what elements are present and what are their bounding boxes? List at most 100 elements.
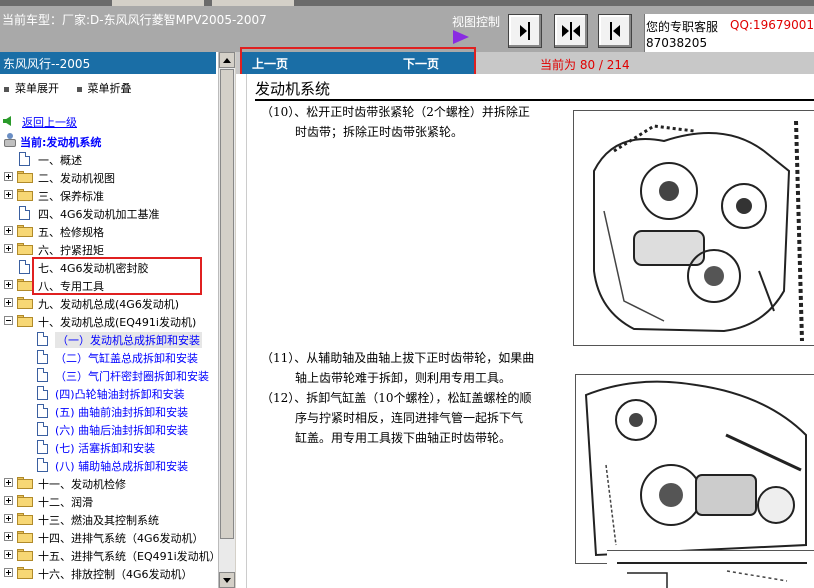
tree-expander-icon[interactable] [4, 478, 13, 487]
tree-item-label[interactable]: 九、发动机总成(4G6发动机) [38, 296, 179, 312]
tree-item-label[interactable]: (五) 曲轴前油封拆卸和安装 [55, 404, 188, 420]
tree-item[interactable]: 十一、发动机检修 [0, 474, 218, 492]
tree-expander-icon[interactable] [4, 244, 13, 253]
tree-item-label[interactable]: 十五、进排气系统（EQ491i发动机） [38, 548, 218, 564]
tree-scrollbar[interactable] [218, 52, 235, 588]
tree-item[interactable]: 十二、润滑 [0, 492, 218, 510]
tree-item[interactable]: 二、发动机视图 [0, 168, 218, 186]
tree-item[interactable]: (八) 辅助轴总成拆卸和安装 [0, 456, 218, 474]
folder-icon [17, 477, 33, 489]
user-icon [4, 133, 16, 148]
tree-item-label[interactable]: 十一、发动机检修 [38, 476, 126, 492]
tree-item[interactable]: 十、发动机总成(EQ491i发动机) [0, 312, 218, 330]
header-bar: 当前车型：厂家:D-东风风行菱智MPV2005-2007 视图控制 您的专职客服… [0, 6, 814, 52]
customer-service-number: 87038205 [646, 36, 708, 50]
document-viewer: 发动机系统 （10）、松开正时齿带张紧轮（2个螺栓）并拆除正 时齿带；拆除正时齿… [236, 74, 814, 588]
expand-all-button[interactable]: 菜单展开 [4, 80, 59, 96]
tree-item-label[interactable]: 十四、进排气系统（4G6发动机） [38, 530, 204, 546]
panel-right-arrow-icon [520, 22, 530, 40]
tree-item[interactable]: (五) 曲轴前油封拆卸和安装 [0, 402, 218, 420]
tree-item-label[interactable]: 二、发动机视图 [38, 170, 115, 186]
panel-title: 东风风行--2005 [0, 52, 216, 74]
tree-item[interactable]: 十四、进排气系统（4G6发动机） [0, 528, 218, 546]
step-10-text: （10）、松开正时齿带张紧轮（2个螺栓）并拆除正 时齿带；拆除正时齿带张紧轮。 [261, 105, 530, 139]
tree-item[interactable]: 十三、燃油及其控制系统 [0, 510, 218, 528]
current-section-row: 当前:发动机系统 [0, 132, 218, 150]
hide-left-panel-button[interactable] [598, 14, 632, 48]
tree-item[interactable]: (六) 曲轴后油封拆卸和安装 [0, 420, 218, 438]
back-link[interactable]: 返回上一级 [22, 114, 77, 130]
tree-item-label[interactable]: （一）发动机总成拆卸和安装 [55, 332, 202, 348]
scroll-thumb[interactable] [220, 69, 234, 539]
tree-expander-icon[interactable] [4, 316, 13, 325]
tree-expander-icon[interactable] [4, 568, 13, 577]
tree-item-label[interactable]: 五、检修规格 [38, 224, 104, 240]
tree-item[interactable]: 十五、进排气系统（EQ491i发动机） [0, 546, 218, 564]
tree-item-label[interactable]: 十二、润滑 [38, 494, 93, 510]
tree-expander-icon[interactable] [4, 280, 13, 289]
tree-item[interactable]: (四)凸轮轴油封拆卸和安装 [0, 384, 218, 402]
show-both-panels-button[interactable] [554, 14, 588, 48]
tree-item-label[interactable]: 四、4G6发动机加工基准 [38, 206, 160, 222]
document-icon [37, 332, 48, 346]
tree-item[interactable]: 六、拧紧扭矩 [0, 240, 218, 258]
scroll-down-button[interactable] [219, 572, 235, 588]
tree-item-label[interactable]: 十三、燃油及其控制系统 [38, 512, 159, 528]
tree-item-label[interactable]: (六) 曲轴后油封拆卸和安装 [55, 422, 188, 438]
tree-item-label[interactable]: 十六、排放控制（4G6发动机） [38, 566, 193, 582]
back-arrow-icon [3, 116, 11, 126]
customer-service-qq[interactable]: QQ:196790017 [730, 18, 814, 32]
document-icon [19, 206, 30, 220]
folder-icon [17, 513, 33, 525]
tree-expander-icon[interactable] [4, 496, 13, 505]
tree-item[interactable]: （二）气缸盖总成拆卸和安装 [0, 348, 218, 366]
customer-service-label: 您的专职客服 [646, 20, 719, 34]
tree-item[interactable]: （一）发动机总成拆卸和安装 [0, 330, 218, 348]
tree-item[interactable]: 九、发动机总成(4G6发动机) [0, 294, 218, 312]
tree-expander-icon[interactable] [4, 514, 13, 523]
collapse-all-button[interactable]: 菜单折叠 [76, 80, 132, 96]
tree-item-label[interactable]: 三、保养标准 [38, 188, 104, 204]
document-icon [37, 350, 48, 364]
scroll-up-button[interactable] [219, 52, 235, 68]
tree-expander-icon[interactable] [4, 226, 13, 235]
tree-item-label[interactable]: 一、概述 [38, 152, 82, 168]
folder-icon [17, 189, 33, 201]
tree-expander-icon[interactable] [4, 190, 13, 199]
tree-item-label[interactable]: (八) 辅助轴总成拆卸和安装 [55, 458, 188, 474]
document-icon [37, 440, 48, 454]
tree-item-label[interactable]: （三）气门杆密封圈拆卸和安装 [55, 368, 209, 384]
tree-expander-icon[interactable] [4, 532, 13, 541]
tree-expander-icon[interactable] [4, 172, 13, 181]
tree-item-label[interactable]: (四)凸轮轴油封拆卸和安装 [55, 386, 185, 402]
folder-icon [17, 495, 33, 507]
tree-item[interactable]: 十六、排放控制（4G6发动机） [0, 564, 218, 582]
document-icon [19, 152, 30, 166]
tree-item-label[interactable]: 十、发动机总成(EQ491i发动机) [38, 314, 196, 330]
navigation-panel: 东风风行--2005 菜单展开 菜单折叠 返回上一级 当前:发动机系统 一、概述… [0, 52, 235, 588]
tree-item[interactable]: 五、检修规格 [0, 222, 218, 240]
tree-item[interactable]: 四、4G6发动机加工基准 [0, 204, 218, 222]
tree-item-label[interactable]: （二）气缸盖总成拆卸和安装 [55, 350, 198, 366]
bullet-icon [76, 86, 82, 92]
tree-expander-icon[interactable] [4, 298, 13, 307]
tree-item-label[interactable]: 六、拧紧扭矩 [38, 242, 104, 258]
page-indicator: 当前为 80 / 214 [540, 58, 630, 72]
tree-item[interactable]: （三）气门杆密封圈拆卸和安装 [0, 366, 218, 384]
document-icon [37, 422, 48, 436]
show-left-panel-button[interactable] [508, 14, 542, 48]
tree-expander-icon[interactable] [4, 550, 13, 559]
folder-icon [17, 297, 33, 309]
step-12-text: （12）、拆卸气缸盖（10个螺栓），松缸盖螺栓的顺 序与拧紧时相反，连同进排气管… [261, 391, 532, 445]
menu-operations: 菜单展开 菜单折叠 [4, 80, 146, 96]
tree-item-label[interactable]: (七) 活塞拆卸和安装 [55, 440, 155, 456]
tree-item[interactable]: (七) 活塞拆卸和安装 [0, 438, 218, 456]
back-row[interactable]: 返回上一级 [0, 112, 218, 130]
heading-rule [255, 99, 814, 101]
tree-item[interactable]: 三、保养标准 [0, 186, 218, 204]
document-heading: 发动机系统 [255, 80, 331, 98]
folder-icon [17, 549, 33, 561]
tree-item[interactable]: 一、概述 [0, 150, 218, 168]
folder-icon [17, 531, 33, 543]
panel-split-arrows-icon [562, 22, 580, 40]
